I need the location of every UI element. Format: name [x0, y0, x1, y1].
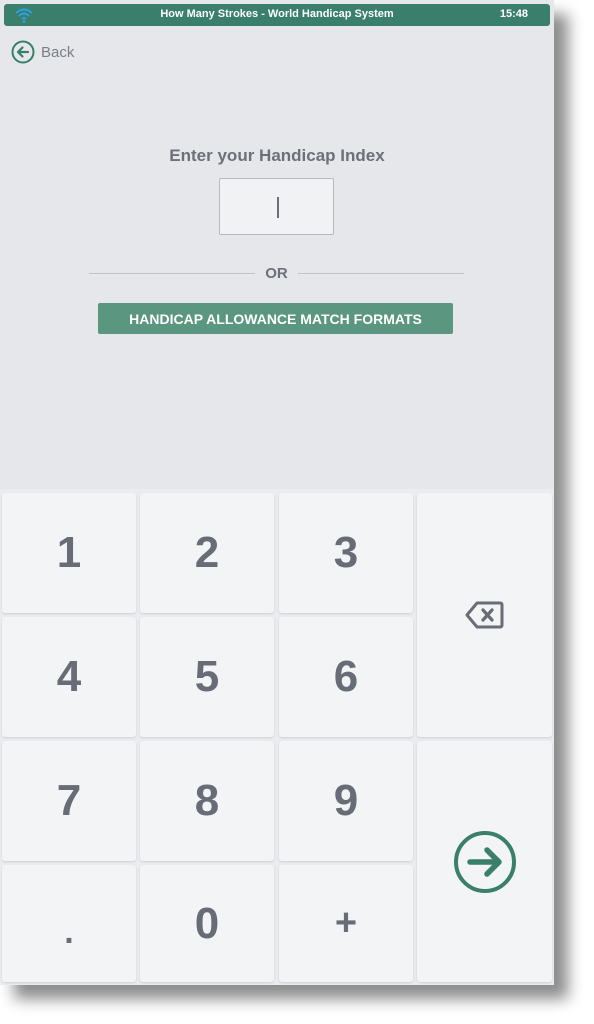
handicap-index-input[interactable]	[219, 178, 334, 235]
key-6[interactable]: 6	[279, 617, 413, 737]
backspace-key[interactable]	[417, 493, 552, 737]
key-4[interactable]: 4	[2, 617, 136, 737]
handicap-index-prompt: Enter your Handicap Index	[169, 146, 385, 165]
arrow-right-circle-icon	[453, 830, 517, 894]
key-3[interactable]: 3	[279, 493, 413, 613]
key-0[interactable]: 0	[140, 865, 274, 982]
handicap-allowance-match-formats-button[interactable]: HANDICAP ALLOWANCE MATCH FORMATS	[98, 303, 453, 334]
submit-key[interactable]	[417, 741, 552, 982]
back-label: Back	[41, 43, 75, 61]
key-8[interactable]: 8	[140, 741, 274, 861]
back-button[interactable]: Back	[11, 40, 74, 64]
app-window: How Many Strokes - World Handicap System…	[0, 0, 554, 985]
back-arrow-circle-icon	[11, 40, 35, 64]
divider-line-right	[298, 273, 464, 274]
app-title: How Many Strokes - World Handicap System	[160, 8, 394, 20]
key-5[interactable]: 5	[140, 617, 274, 737]
key-9[interactable]: 9	[279, 741, 413, 861]
key-plus[interactable]: +	[279, 865, 413, 982]
status-bar: How Many Strokes - World Handicap System…	[4, 4, 550, 26]
key-decimal-point[interactable]: .	[2, 865, 136, 982]
clock: 15:48	[499, 8, 528, 20]
key-1[interactable]: 1	[2, 493, 136, 613]
text-caret	[277, 197, 279, 218]
or-divider: OR	[89, 262, 464, 284]
key-2[interactable]: 2	[140, 493, 274, 613]
key-7[interactable]: 7	[2, 741, 136, 861]
backspace-icon	[465, 600, 505, 630]
numeric-keypad: 1 2 3 4 5 6 7 8 9 . 0 +	[0, 489, 554, 985]
